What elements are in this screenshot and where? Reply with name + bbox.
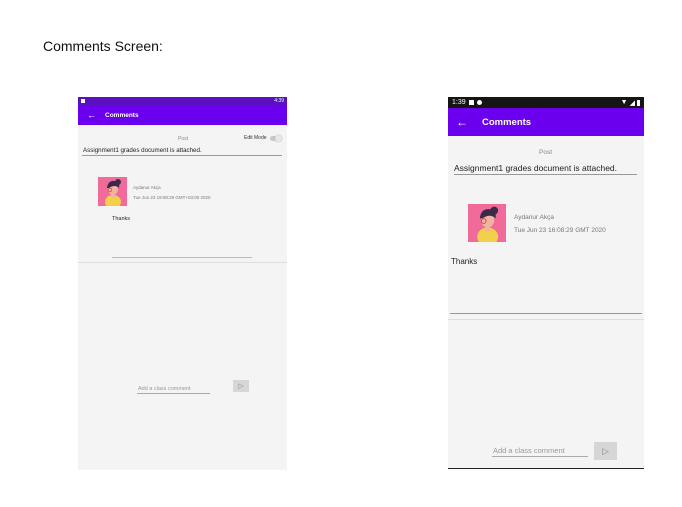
add-comment-input[interactable]: Add a class comment	[138, 386, 191, 392]
post-label: Post	[539, 149, 553, 156]
phone-screen-left: 4:39 ← Comments Post Edit Mode Assignmen…	[78, 97, 287, 470]
comment-text: Thanks	[112, 216, 131, 222]
post-label: Post	[178, 136, 189, 142]
comment-date: Tue Jun 23 16:08:29 GMT 2020	[514, 227, 606, 234]
edit-mode-switch[interactable]	[269, 134, 282, 142]
post-text: Assignment1 grades document is attached.	[83, 147, 202, 154]
edit-mode-label: Edit Mode	[244, 135, 267, 141]
app-bar-title: Comments	[482, 116, 532, 128]
comment-date: Tue Jun 23 19:08:29 GMT+03:00 2020	[133, 195, 211, 200]
back-arrow-icon[interactable]: ←	[87, 110, 99, 120]
post-underline	[82, 155, 282, 156]
signal-icon: ◢	[629, 99, 635, 107]
avatar	[98, 177, 127, 206]
avatar	[468, 204, 506, 242]
edit-mode-toggle[interactable]: Edit Mode	[244, 134, 282, 142]
send-icon: ▷	[602, 445, 609, 456]
notification-icon	[468, 100, 474, 105]
app-bar: ← Comments	[448, 108, 644, 136]
send-button[interactable]: ▷	[594, 442, 617, 460]
notification-icon	[81, 99, 85, 103]
back-arrow-icon[interactable]: ←	[456, 115, 474, 129]
comment-text: Thanks	[451, 257, 478, 266]
comment-underline	[450, 313, 642, 314]
app-notification-icon	[476, 100, 482, 105]
post-text: Assignment1 grades document is attached.	[454, 163, 618, 173]
comments-divider	[78, 262, 287, 263]
document-title: Comments Screen:	[43, 38, 163, 54]
add-comment-underline	[137, 393, 210, 394]
battery-icon	[637, 99, 640, 106]
add-comment-input[interactable]: Add a class comment	[493, 446, 565, 455]
send-icon: ▷	[238, 383, 244, 390]
post-underline	[454, 174, 637, 175]
status-bar: 4:39	[78, 97, 287, 105]
comment-author: Aydanur Akça	[514, 214, 554, 221]
comment-underline	[112, 257, 252, 258]
phone-screen-right: 1:39 ▼ ◢ ← Comments Post Assignment1 gra…	[448, 97, 644, 469]
status-time: 1:39	[452, 99, 466, 106]
comments-divider	[448, 319, 644, 320]
send-button[interactable]: ▷	[233, 380, 249, 392]
comment-author: Aydanur Akça	[133, 185, 161, 190]
status-bar: 1:39 ▼ ◢	[448, 97, 644, 108]
app-bar-title: Comments	[105, 111, 139, 119]
app-bar: ← Comments	[78, 105, 287, 125]
status-time: 4:39	[274, 98, 284, 104]
wifi-icon: ▼	[620, 99, 628, 106]
add-comment-underline	[492, 456, 588, 457]
